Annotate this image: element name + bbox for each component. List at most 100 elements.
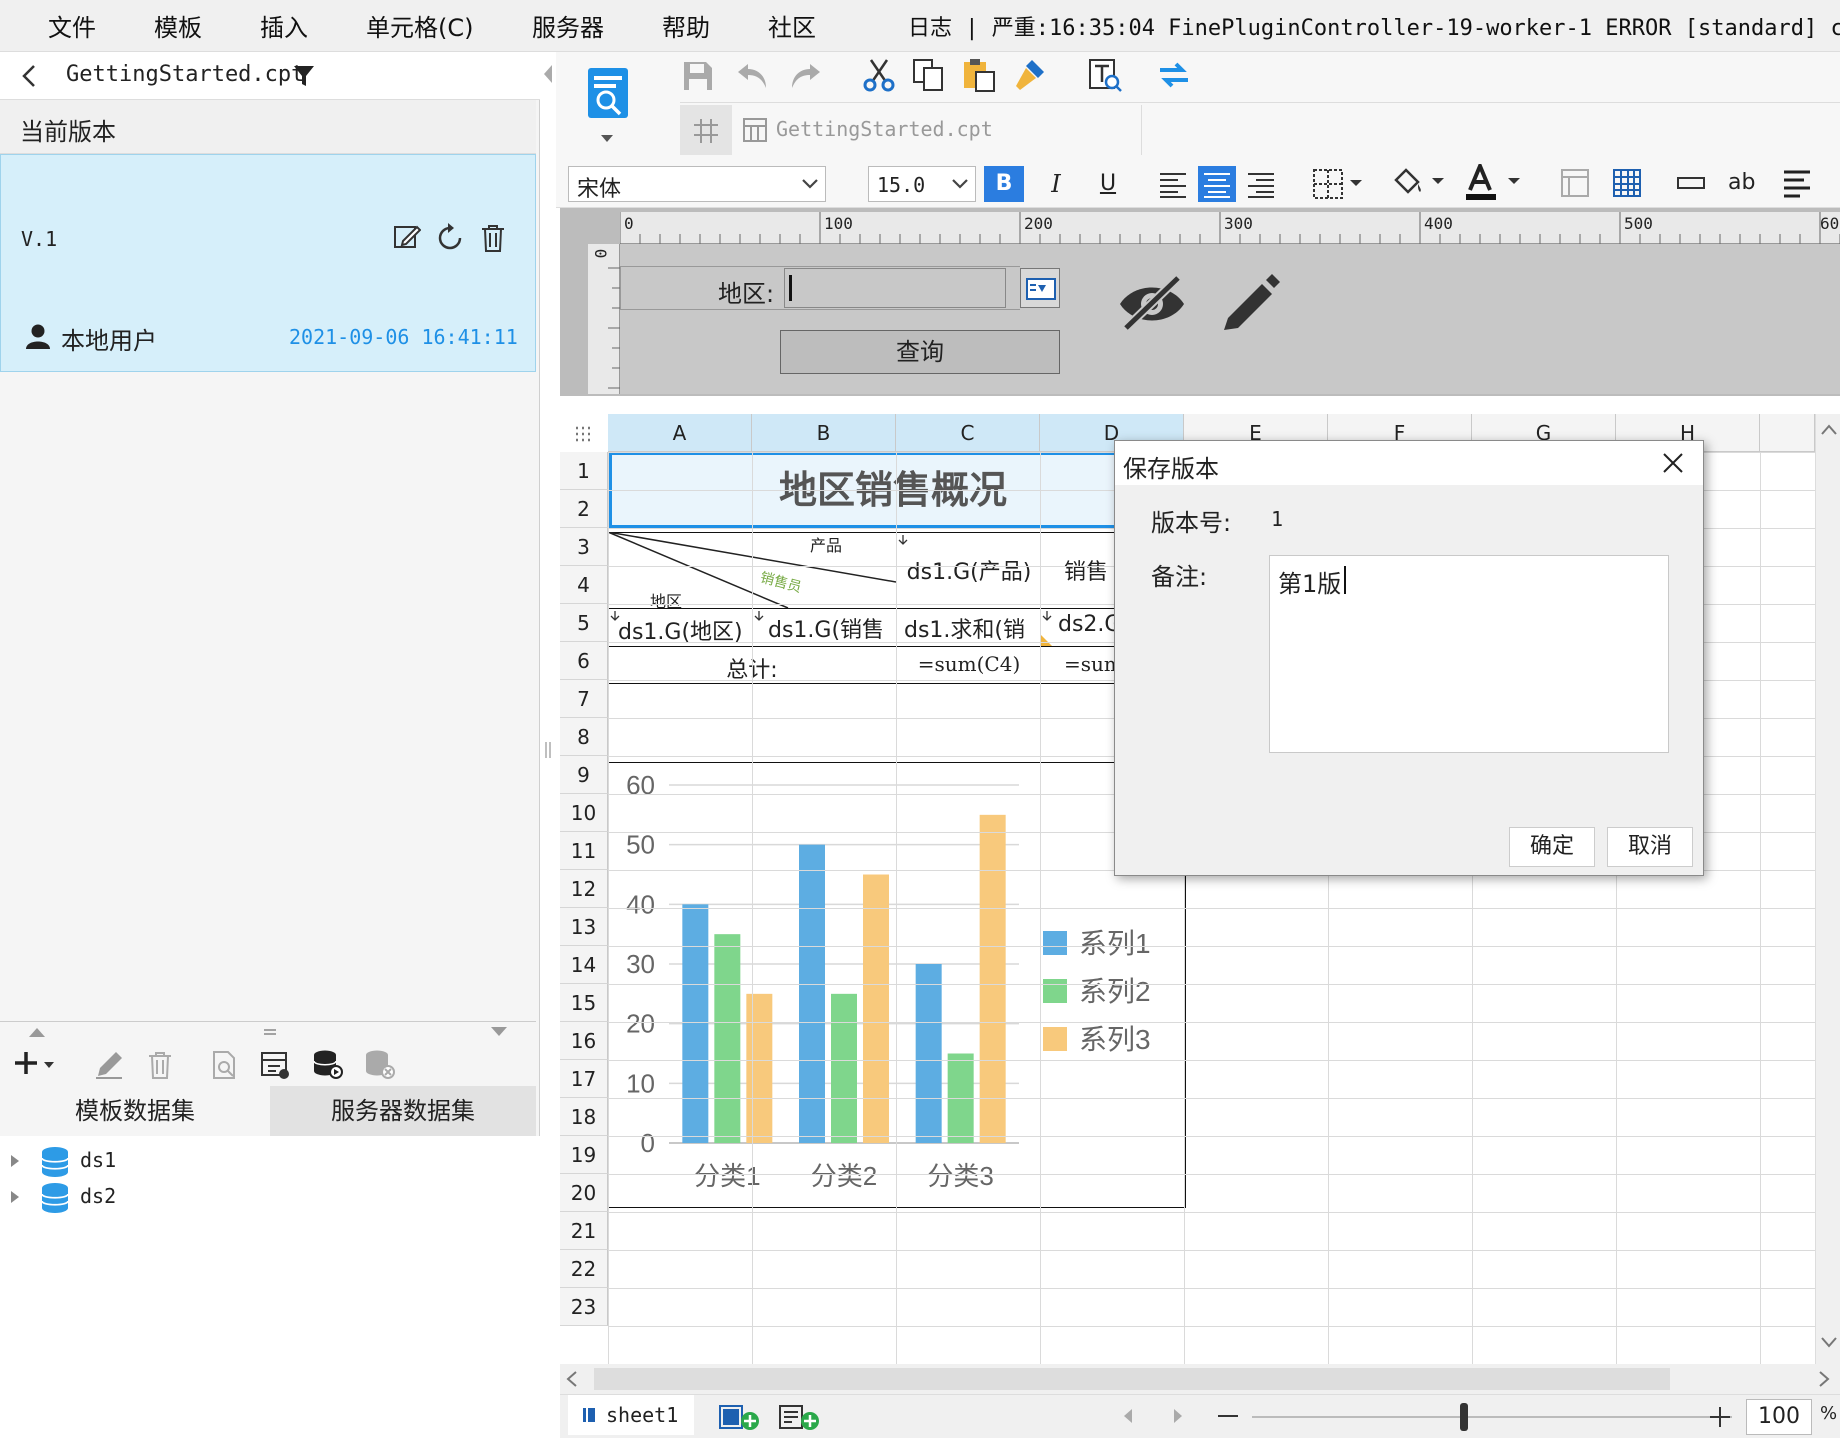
preview-dataset-icon[interactable] <box>210 1050 238 1080</box>
disabled-dataset-icon[interactable] <box>364 1048 396 1080</box>
row-header[interactable]: 8 <box>560 718 608 756</box>
pencil-icon[interactable] <box>1218 268 1284 334</box>
row-header[interactable]: 22 <box>560 1250 608 1288</box>
row-header[interactable]: 19 <box>560 1136 608 1174</box>
cell-b4[interactable]: ds1.G(销售 <box>768 612 894 644</box>
region-dropdown-button[interactable] <box>1020 268 1060 308</box>
cut-icon[interactable] <box>862 58 896 92</box>
note-textarea[interactable]: 第1版 <box>1269 555 1669 753</box>
menu-insert[interactable]: 插入 <box>260 8 308 43</box>
row-header[interactable]: 12 <box>560 870 608 908</box>
row-header[interactable]: 21 <box>560 1212 608 1250</box>
row-header[interactable]: 3 <box>560 528 608 566</box>
back-arrow-icon[interactable] <box>20 64 40 88</box>
menu-server[interactable]: 服务器 <box>532 8 604 43</box>
cell-c3[interactable]: ds1.G(产品) <box>900 554 1038 586</box>
border-icon[interactable] <box>1312 168 1366 200</box>
zoom-slider-thumb[interactable] <box>1460 1403 1468 1431</box>
bold-button[interactable]: B <box>984 166 1024 202</box>
vertical-scrollbar[interactable] <box>1815 414 1840 1364</box>
select-all-icon[interactable] <box>574 426 594 442</box>
log-message[interactable]: 日志 | 严重:16:35:04 FinePluginController-19… <box>908 10 1840 42</box>
menu-template[interactable]: 模板 <box>154 8 202 43</box>
save-icon[interactable] <box>682 60 714 92</box>
zoom-input[interactable]: 100 <box>1746 1399 1812 1435</box>
row-header[interactable]: 14 <box>560 946 608 984</box>
wrap-text-button[interactable]: ab <box>1728 170 1755 195</box>
tab-template-datasets[interactable]: 模板数据集 <box>0 1086 270 1136</box>
tab-getting-started[interactable]: GettingStarted.cpt <box>732 105 1142 155</box>
collapse-left-icon[interactable] <box>543 64 553 84</box>
row-header[interactable]: 13 <box>560 908 608 946</box>
font-size-select[interactable]: 15.0 <box>868 166 976 202</box>
underline-button[interactable]: U <box>1088 166 1128 202</box>
undo-icon[interactable] <box>736 62 770 90</box>
cell-c5[interactable]: =sum(C4) <box>900 652 1038 676</box>
tree-item-ds2[interactable]: ds2 <box>0 1180 540 1214</box>
dataset-params-icon[interactable] <box>260 1050 290 1080</box>
menu-help[interactable]: 帮助 <box>662 8 710 43</box>
region-input[interactable] <box>784 268 1006 308</box>
panel-splitter[interactable] <box>0 1024 540 1042</box>
server-dataset-icon[interactable] <box>312 1048 344 1080</box>
find-replace-icon[interactable] <box>1088 58 1122 92</box>
insert-row-icon[interactable] <box>1676 172 1706 194</box>
row-header[interactable]: 2 <box>560 490 608 528</box>
copy-icon[interactable] <box>912 58 946 92</box>
row-header[interactable]: 17 <box>560 1060 608 1098</box>
scroll-left-icon[interactable] <box>566 1370 578 1388</box>
vertical-splitter-grip-icon[interactable] <box>543 740 553 760</box>
version-card[interactable]: V.1 本地用户 2021-09-06 16:41:11 <box>0 154 536 372</box>
redo-icon[interactable] <box>788 62 822 90</box>
row-header[interactable]: 6 <box>560 642 608 680</box>
row-header[interactable]: 11 <box>560 832 608 870</box>
row-header[interactable]: 20 <box>560 1174 608 1212</box>
menu-community[interactable]: 社区 <box>768 8 816 43</box>
collapse-down-icon[interactable] <box>490 1026 508 1038</box>
add-form-sheet-icon[interactable] <box>778 1403 822 1431</box>
swap-icon[interactable] <box>1156 60 1192 90</box>
column-header-c[interactable]: C <box>896 414 1040 452</box>
scroll-right-icon[interactable] <box>1818 1370 1830 1388</box>
add-sheet-icon[interactable] <box>718 1403 762 1431</box>
scroll-up-icon[interactable] <box>1820 424 1838 436</box>
font-color-icon[interactable] <box>1464 164 1524 202</box>
cell-c4[interactable]: ds1.求和(销 <box>904 612 1038 644</box>
horizontal-scrollbar[interactable] <box>560 1364 1840 1394</box>
row-header[interactable]: 1 <box>560 452 608 490</box>
delete-dataset-icon[interactable] <box>146 1050 174 1080</box>
align-right-icon[interactable] <box>1246 170 1276 198</box>
collapse-up-icon[interactable] <box>28 1026 46 1038</box>
close-icon[interactable] <box>1661 451 1685 475</box>
menu-file[interactable]: 文件 <box>48 8 96 43</box>
format-painter-icon[interactable] <box>1012 58 1046 92</box>
text-align-icon[interactable] <box>1782 168 1814 200</box>
restore-icon[interactable] <box>435 223 465 253</box>
align-left-icon[interactable] <box>1158 170 1188 198</box>
sheet-tab[interactable]: sheet1 <box>568 1395 694 1435</box>
column-header-a[interactable]: A <box>608 414 752 452</box>
expand-arrow-icon[interactable] <box>10 1154 20 1168</box>
scroll-down-icon[interactable] <box>1820 1336 1838 1348</box>
row-header[interactable]: 4 <box>560 566 608 604</box>
font-family-select[interactable]: 宋体 <box>568 166 826 202</box>
row-header[interactable]: 7 <box>560 680 608 718</box>
zoom-out-icon[interactable] <box>1216 1413 1240 1419</box>
hide-eye-icon[interactable] <box>1116 274 1188 334</box>
row-header[interactable]: 10 <box>560 794 608 832</box>
row-header[interactable]: 18 <box>560 1098 608 1136</box>
expand-arrow-icon[interactable] <box>10 1190 20 1204</box>
align-center-button[interactable] <box>1198 166 1236 202</box>
row-header[interactable]: 5 <box>560 604 608 642</box>
tree-item-ds1[interactable]: ds1 <box>0 1144 540 1178</box>
ok-button[interactable]: 确定 <box>1509 827 1595 867</box>
scroll-thumb[interactable] <box>594 1368 1670 1390</box>
preview-icon[interactable] <box>586 66 630 124</box>
edit-dataset-icon[interactable] <box>94 1050 124 1080</box>
chart-container[interactable]: 0 10 20 30 40 50 60 分类1 分类2 分类3 系列1 系列2 系列3 <box>608 762 1186 1208</box>
fill-color-icon[interactable] <box>1390 166 1448 200</box>
menu-cell[interactable]: 单元格(C) <box>366 8 473 43</box>
tab-server-datasets[interactable]: 服务器数据集 <box>270 1086 536 1136</box>
paste-icon[interactable] <box>962 58 996 92</box>
filter-icon[interactable] <box>292 64 316 88</box>
